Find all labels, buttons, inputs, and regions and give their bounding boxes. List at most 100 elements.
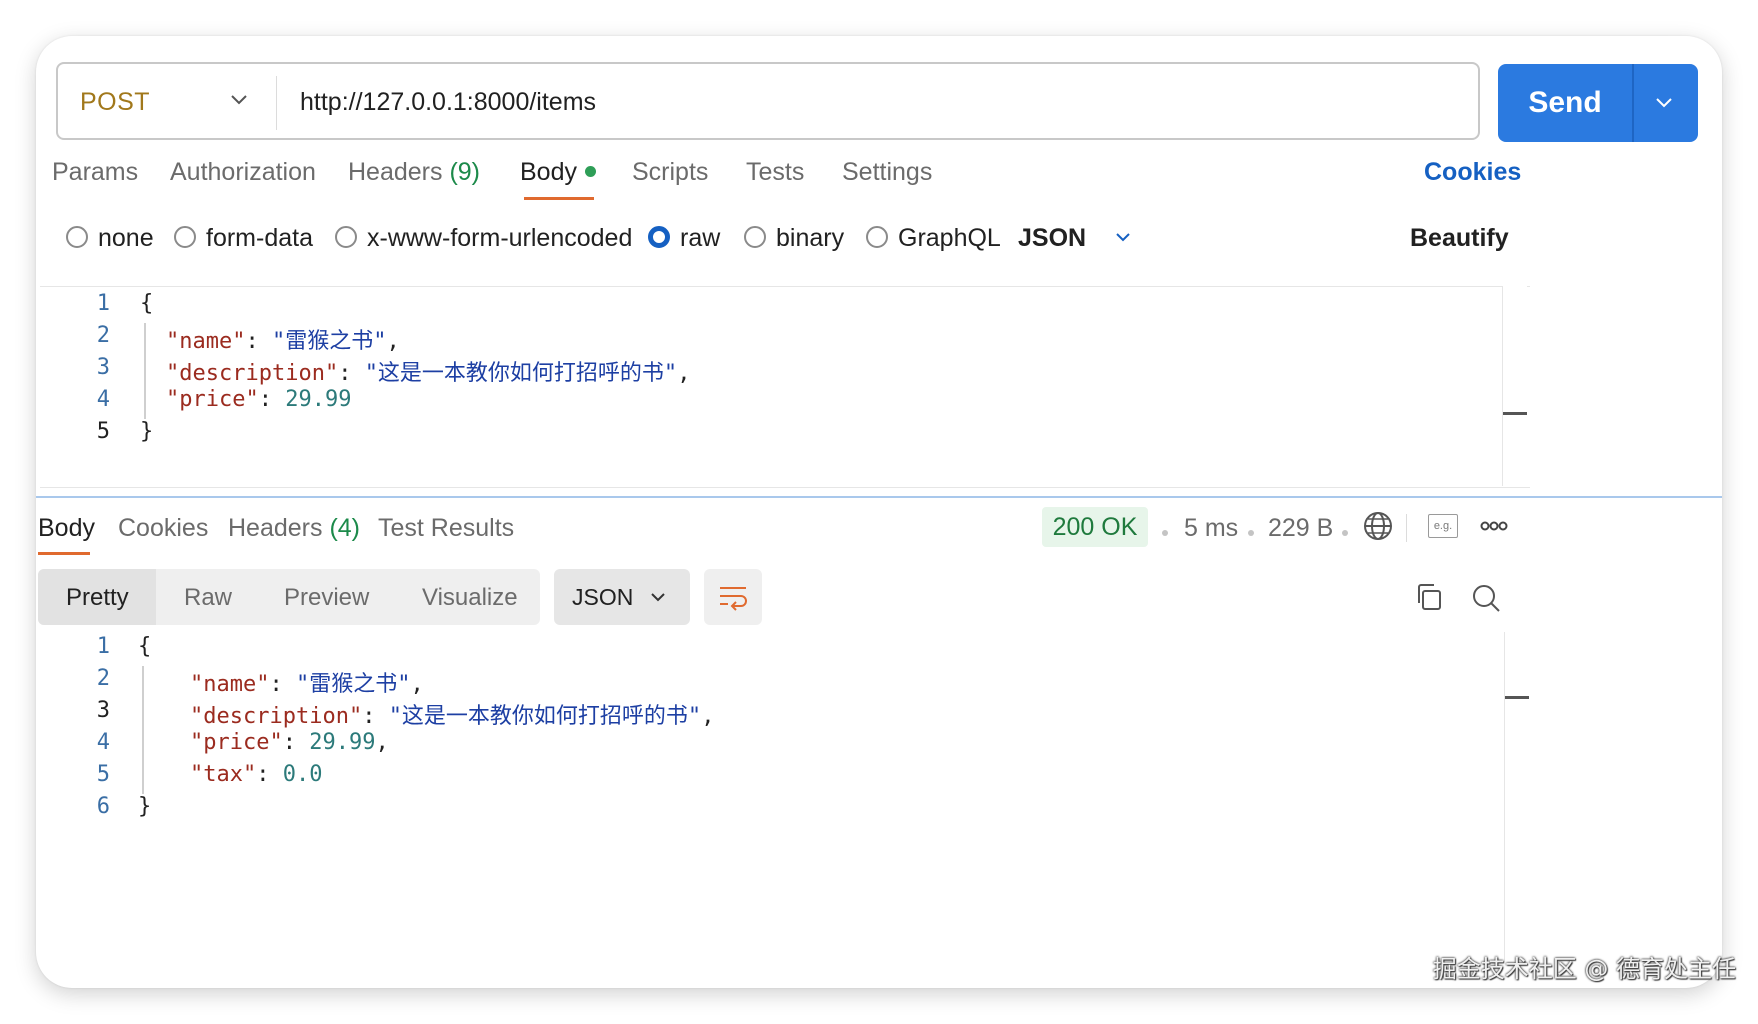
radio-raw[interactable]: raw bbox=[648, 224, 720, 253]
format-label: JSON bbox=[572, 584, 634, 610]
tab-label: Body bbox=[520, 158, 577, 186]
headers-count: (4) bbox=[329, 514, 361, 542]
tab-params[interactable]: Params bbox=[52, 158, 138, 187]
code-line: "price": 29.99 bbox=[166, 387, 352, 412]
separator-dot bbox=[1342, 530, 1348, 536]
tab-settings[interactable]: Settings bbox=[842, 158, 932, 187]
radio-icon bbox=[174, 226, 196, 249]
tab-tests[interactable]: Tests bbox=[746, 158, 804, 187]
response-tab-body[interactable]: Body bbox=[38, 514, 95, 543]
radio-label: form-data bbox=[206, 224, 313, 252]
code-line: "name": "雷猴之书", bbox=[166, 329, 400, 354]
postman-request-panel: POST http://127.0.0.1:8000/items Send Pa… bbox=[36, 36, 1722, 988]
chevron-down-icon[interactable] bbox=[228, 88, 250, 110]
indent-guide bbox=[144, 323, 146, 419]
divider bbox=[1632, 64, 1634, 142]
copy-icon[interactable] bbox=[1414, 582, 1444, 612]
tab-headers[interactable]: Headers (9) bbox=[348, 158, 480, 187]
view-raw[interactable]: Raw bbox=[184, 584, 232, 612]
response-tab-test-results[interactable]: Test Results bbox=[378, 514, 514, 543]
response-tab-headers[interactable]: Headers (4) bbox=[228, 514, 360, 543]
line-number: 5 bbox=[96, 419, 110, 444]
code-line: "description": "这是一本教你如何打招呼的书", bbox=[190, 704, 715, 729]
line-number: 1 bbox=[96, 634, 110, 659]
code-line: "price": 29.99, bbox=[190, 730, 389, 755]
json-string: "雷猴之书" bbox=[295, 672, 411, 697]
radio-x-www-form-urlencoded[interactable]: x-www-form-urlencoded bbox=[335, 224, 632, 253]
radio-label: GraphQL bbox=[898, 224, 1001, 252]
tab-scripts[interactable]: Scripts bbox=[632, 158, 708, 187]
request-scrollbar[interactable] bbox=[1502, 286, 1527, 486]
body-indicator-dot bbox=[584, 165, 596, 177]
tab-authorization[interactable]: Authorization bbox=[170, 158, 316, 187]
radio-none[interactable]: none bbox=[66, 224, 154, 253]
active-tab-underline bbox=[38, 552, 90, 555]
radio-label: binary bbox=[776, 224, 845, 252]
code-line: } bbox=[140, 419, 154, 444]
radio-graphql[interactable]: GraphQL bbox=[866, 224, 1001, 253]
separator-dot bbox=[1162, 530, 1168, 536]
send-options-chevron-icon[interactable] bbox=[1652, 92, 1676, 114]
wrap-lines-icon bbox=[720, 587, 747, 611]
radio-label: raw bbox=[680, 224, 721, 252]
json-key: "tax" bbox=[190, 762, 257, 787]
line-number: 5 bbox=[96, 762, 110, 787]
search-icon[interactable] bbox=[1470, 582, 1502, 614]
url-input[interactable]: http://127.0.0.1:8000/items bbox=[300, 88, 596, 117]
format-label: JSON bbox=[1018, 224, 1087, 252]
radio-label: none bbox=[98, 224, 154, 252]
send-button[interactable]: Send bbox=[1498, 64, 1632, 142]
response-tab-cookies[interactable]: Cookies bbox=[118, 514, 208, 543]
tab-label: Headers bbox=[228, 514, 323, 542]
response-format-select[interactable]: JSON bbox=[554, 569, 690, 625]
radio-form-data[interactable]: form-data bbox=[174, 224, 313, 253]
divider bbox=[276, 76, 277, 130]
radio-icon bbox=[866, 226, 888, 249]
code-line: { bbox=[138, 634, 152, 659]
code-line: "description": "这是一本教你如何打招呼的书", bbox=[166, 361, 691, 386]
line-number: 1 bbox=[96, 291, 110, 316]
cookies-link[interactable]: Cookies bbox=[1424, 158, 1521, 187]
separator-dot bbox=[1248, 530, 1254, 536]
pane-splitter[interactable] bbox=[36, 496, 1722, 498]
save-example-icon[interactable]: e.g. bbox=[1428, 514, 1458, 538]
headers-count: (9) bbox=[449, 158, 481, 186]
code-line: { bbox=[140, 291, 154, 316]
json-string: "这是一本教你如何打招呼的书" bbox=[388, 704, 702, 729]
response-time[interactable]: 5 ms bbox=[1184, 514, 1238, 543]
view-visualize[interactable]: Visualize bbox=[422, 584, 518, 612]
radio-icon bbox=[335, 226, 357, 249]
view-pretty[interactable]: Pretty bbox=[66, 584, 129, 612]
request-body-editor[interactable]: 1 2 3 4 5 { "name": "雷猴之书", "description… bbox=[40, 286, 1530, 488]
divider bbox=[1406, 514, 1407, 542]
json-key: "description" bbox=[190, 704, 363, 729]
json-number: 0.0 bbox=[282, 762, 323, 787]
globe-icon[interactable] bbox=[1362, 510, 1394, 542]
radio-label: x-www-form-urlencoded bbox=[367, 224, 633, 252]
json-key: "price" bbox=[190, 730, 283, 755]
radio-icon bbox=[66, 226, 88, 249]
beautify-button[interactable]: Beautify bbox=[1410, 224, 1509, 253]
tab-body[interactable]: Body bbox=[520, 158, 596, 187]
json-string: "这是一本教你如何打招呼的书" bbox=[364, 361, 678, 386]
response-scrollbar[interactable] bbox=[1504, 632, 1529, 962]
radio-selected-icon bbox=[648, 226, 670, 249]
url-bar: POST http://127.0.0.1:8000/items bbox=[56, 62, 1480, 140]
json-key: "price" bbox=[166, 387, 259, 412]
scroll-thumb[interactable] bbox=[1505, 696, 1529, 699]
scroll-thumb[interactable] bbox=[1503, 412, 1527, 415]
format-select[interactable]: JSON bbox=[1018, 224, 1133, 253]
radio-binary[interactable]: binary bbox=[744, 224, 844, 253]
response-size[interactable]: 229 B bbox=[1268, 514, 1333, 543]
line-number: 3 bbox=[96, 698, 110, 723]
active-tab-underline bbox=[524, 197, 594, 200]
line-number: 2 bbox=[96, 666, 110, 691]
send-button-group: Send bbox=[1498, 64, 1698, 142]
wrap-lines-button[interactable] bbox=[704, 569, 762, 625]
response-body-viewer[interactable]: 1 2 3 4 5 6 { "name": "雷猴之书", "descripti… bbox=[40, 632, 1530, 962]
json-number: 29.99 bbox=[309, 730, 376, 755]
view-preview[interactable]: Preview bbox=[284, 584, 369, 612]
method-select[interactable]: POST bbox=[80, 88, 150, 117]
status-badge[interactable]: 200 OK bbox=[1042, 507, 1148, 547]
more-options-icon[interactable] bbox=[1480, 516, 1508, 536]
